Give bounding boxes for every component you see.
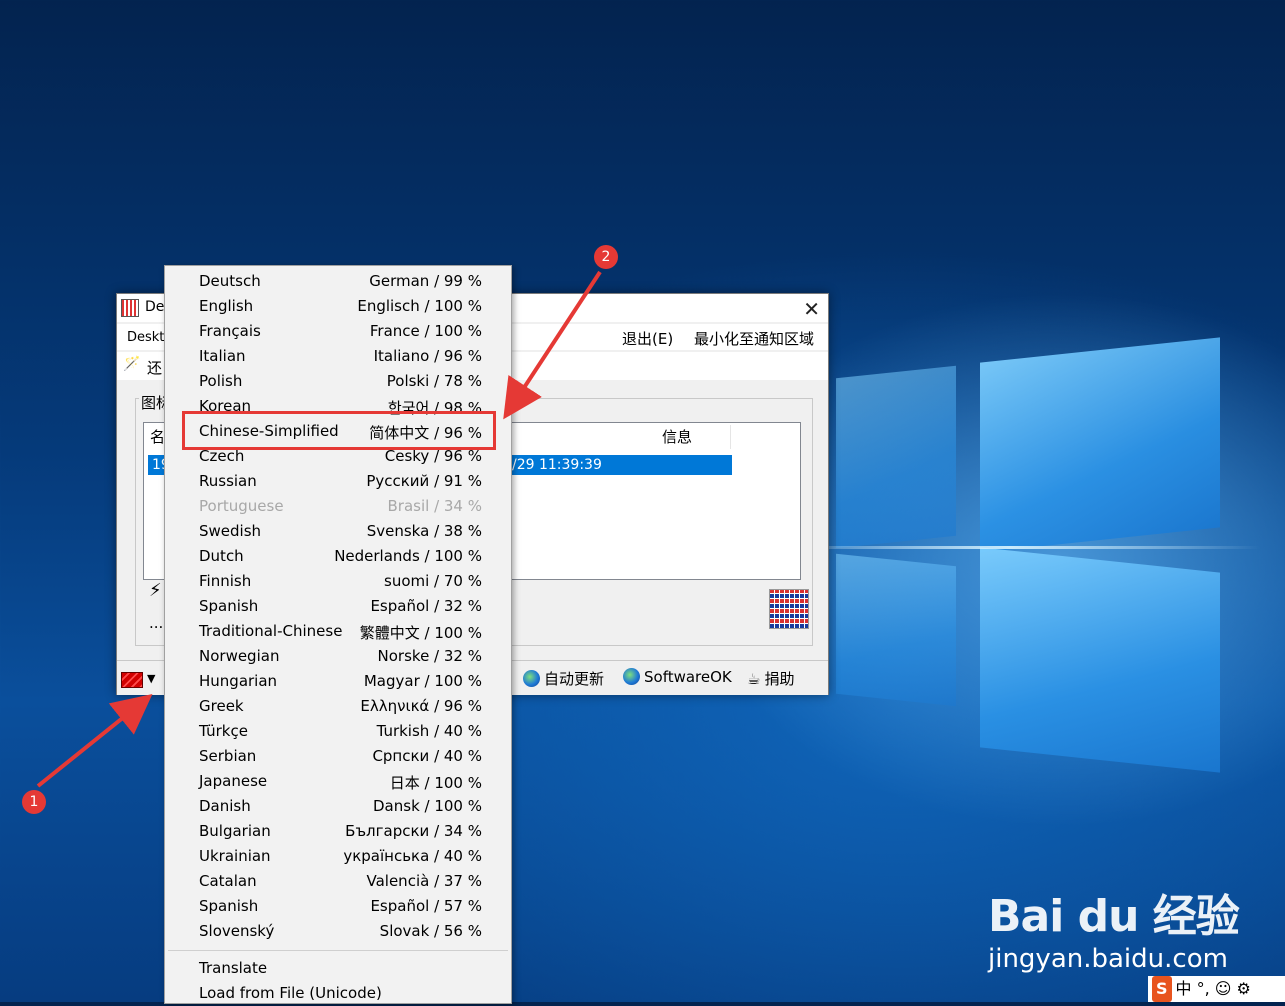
sogou-logo-icon: S	[1152, 976, 1172, 1002]
baidu-logo: Bai du 经验	[988, 891, 1240, 942]
badge-1: 1	[22, 790, 46, 814]
arrow-2	[503, 270, 602, 420]
ime-status: 中 °, ☺ ⚙	[1175, 979, 1251, 998]
badge-2: 2	[594, 245, 618, 269]
ime-toolbar[interactable]: S中 °, ☺ ⚙	[1148, 976, 1285, 1002]
watermark-url: jingyan.baidu.com	[988, 944, 1228, 974]
annotation-arrows	[36, 270, 602, 788]
arrow-1	[36, 693, 153, 788]
